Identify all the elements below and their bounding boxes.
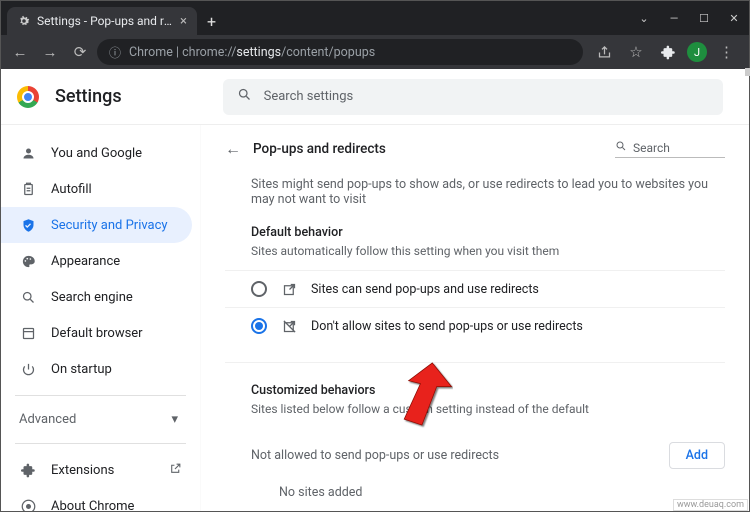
- avatar[interactable]: J: [687, 42, 707, 62]
- radio-selected-icon: [251, 318, 267, 334]
- close-icon[interactable]: ×: [180, 14, 187, 29]
- forward-icon[interactable]: →: [37, 39, 63, 65]
- search-icon: [615, 140, 627, 155]
- main-panel: ← Pop-ups and redirects Search Sites mig…: [201, 125, 749, 511]
- palette-icon: [19, 254, 37, 269]
- sidebar-item-label: About Chrome: [51, 499, 134, 512]
- extension-icon[interactable]: [655, 39, 681, 65]
- section-title: Pop-ups and redirects: [253, 141, 603, 157]
- popup-blocked-icon: [281, 318, 297, 334]
- sidebar-item-appearance[interactable]: Appearance: [1, 243, 192, 279]
- sidebar-item-label: Security and Privacy: [51, 218, 168, 233]
- title-bar: Settings - Pop-ups and redirects × + ⌄ —…: [1, 1, 749, 35]
- close-window-icon[interactable]: ✕: [719, 1, 749, 35]
- page-title: Settings: [55, 86, 122, 107]
- sidebar-item-default-browser[interactable]: Default browser: [1, 315, 192, 351]
- scrollbar-stub: [745, 68, 750, 76]
- sidebar-item-label: Search engine: [51, 290, 133, 305]
- chrome-small-icon: [19, 499, 37, 512]
- popup-icon: [281, 281, 297, 297]
- search-placeholder: Search settings: [264, 89, 354, 104]
- sidebar-advanced-label: Advanced: [19, 412, 76, 427]
- sidebar-item-search-engine[interactable]: Search engine: [1, 279, 192, 315]
- clipboard-icon: [19, 182, 37, 197]
- not-allowed-empty: No sites added: [225, 475, 725, 510]
- grid-icon: [19, 326, 37, 341]
- settings-header: Settings Search settings: [1, 69, 749, 125]
- share-icon[interactable]: [591, 39, 617, 65]
- sidebar-item-label: Default browser: [51, 326, 143, 341]
- chevron-down-icon[interactable]: ⌄: [629, 1, 659, 35]
- tab-title: Settings - Pop-ups and redirects: [37, 14, 174, 28]
- option-block-label: Don't allow sites to send pop-ups or use…: [311, 319, 583, 334]
- sidebar-advanced[interactable]: Advanced ▾: [1, 404, 200, 435]
- chevron-down-icon: ▾: [171, 412, 178, 427]
- new-tab-button[interactable]: +: [197, 7, 226, 35]
- sidebar-item-label: You and Google: [51, 146, 142, 161]
- back-icon[interactable]: ←: [7, 39, 33, 65]
- browser-tab[interactable]: Settings - Pop-ups and redirects ×: [7, 7, 197, 35]
- section-search-label: Search: [633, 141, 670, 155]
- radio-unselected-icon: [251, 281, 267, 297]
- menu-icon[interactable]: ⋮: [713, 39, 739, 65]
- option-block-popups[interactable]: Don't allow sites to send pop-ups or use…: [225, 307, 725, 344]
- maximize-icon[interactable]: ☐: [689, 1, 719, 35]
- shield-icon: [19, 218, 37, 233]
- info-icon: ⓘ: [109, 44, 121, 61]
- url-bar: ← → ⟳ ⓘ Chrome | chrome://settings/conte…: [1, 35, 749, 69]
- sidebar-item-label: Extensions: [51, 463, 114, 478]
- chrome-logo-icon: [17, 86, 39, 108]
- sidebar-item-autofill[interactable]: Autofill: [1, 171, 192, 207]
- search-settings-input[interactable]: Search settings: [223, 79, 723, 115]
- gear-icon: [17, 14, 31, 28]
- external-link-icon: [169, 462, 182, 479]
- puzzle-icon: [19, 463, 37, 478]
- sidebar-item-label: On startup: [51, 362, 112, 377]
- power-icon: [19, 362, 37, 377]
- person-icon: [19, 146, 37, 161]
- minimize-icon[interactable]: —: [659, 1, 689, 35]
- back-arrow-icon[interactable]: ←: [225, 139, 241, 159]
- default-behavior-note: Sites automatically follow this setting …: [251, 244, 725, 258]
- section-search-input[interactable]: Search: [615, 140, 725, 158]
- reload-icon[interactable]: ⟳: [67, 39, 93, 65]
- custom-behaviors-heading: Customized behaviors: [251, 383, 725, 398]
- sidebar-item-security-privacy[interactable]: Security and Privacy: [1, 207, 192, 243]
- option-allow-popups[interactable]: Sites can send pop-ups and use redirects: [225, 270, 725, 307]
- not-allowed-label: Not allowed to send pop-ups or use redir…: [251, 448, 499, 463]
- custom-behaviors-note: Sites listed below follow a custom setti…: [251, 402, 725, 416]
- option-allow-label: Sites can send pop-ups and use redirects: [311, 282, 539, 297]
- sidebar-item-on-startup[interactable]: On startup: [1, 351, 192, 387]
- divider: [15, 395, 186, 396]
- sidebar-item-label: Autofill: [51, 182, 92, 197]
- sidebar-item-you-and-google[interactable]: You and Google: [1, 135, 192, 171]
- sidebar-about-chrome[interactable]: About Chrome: [1, 488, 192, 511]
- default-behavior-heading: Default behavior: [251, 225, 725, 240]
- sidebar: You and Google Autofill Security and Pri…: [1, 125, 201, 511]
- sidebar-extensions[interactable]: Extensions: [1, 452, 200, 488]
- divider: [15, 443, 186, 444]
- url-text: Chrome | chrome://settings/content/popup…: [129, 45, 375, 60]
- sidebar-item-label: Appearance: [51, 254, 120, 269]
- add-not-allowed-button[interactable]: Add: [669, 442, 725, 469]
- intro-text: Sites might send pop-ups to show ads, or…: [251, 177, 725, 207]
- search-icon: [237, 87, 252, 106]
- magnify-icon: [19, 290, 37, 305]
- bookmark-icon[interactable]: ☆: [623, 39, 649, 65]
- url-field[interactable]: ⓘ Chrome | chrome://settings/content/pop…: [97, 39, 583, 65]
- watermark: www.deuaq.com: [673, 499, 748, 511]
